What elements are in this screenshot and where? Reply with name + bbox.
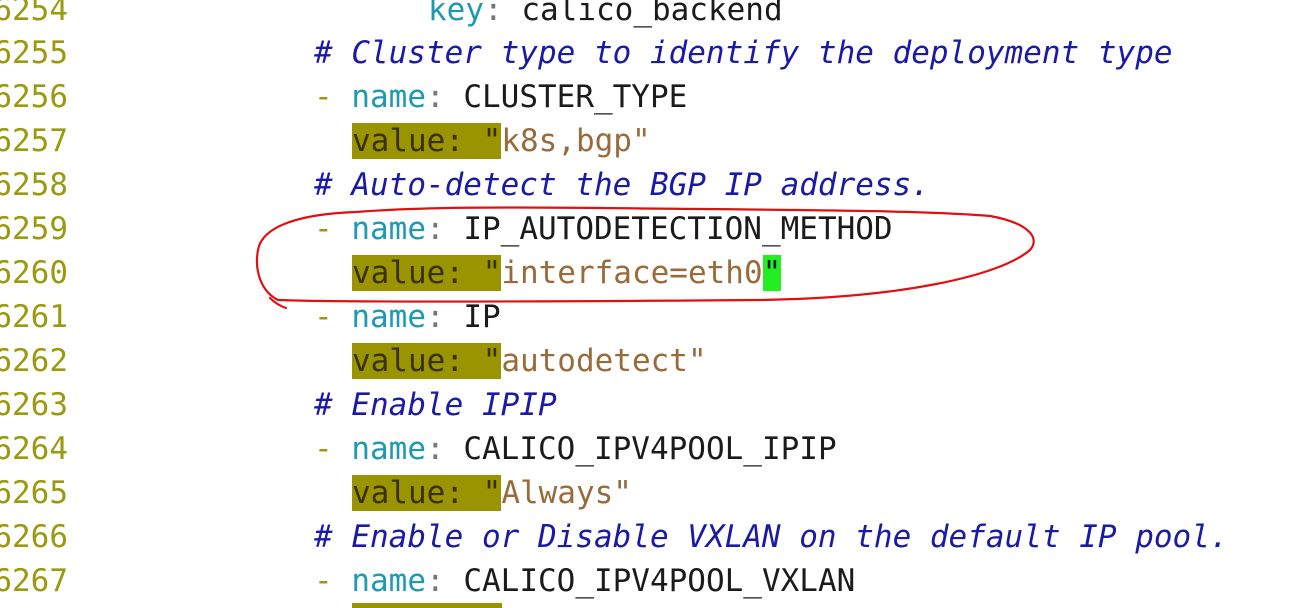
highlighted-key: value: ": [352, 475, 502, 511]
line-number: 6256: [0, 79, 68, 115]
yaml-key: key: [428, 0, 484, 28]
yaml-comment: # Auto-detect the BGP IP address.: [314, 167, 930, 203]
line-number: 6254: [0, 0, 68, 28]
highlighted-key: value: ": [352, 255, 502, 291]
code-line: 6259 - name: IP_AUTODETECTION_METHOD: [0, 207, 893, 251]
yaml-key: name: [351, 211, 426, 247]
code-line: 6267 - name: CALICO_IPV4POOL_VXLAN: [0, 559, 855, 603]
code-line: 6263 # Enable IPIP: [0, 383, 557, 427]
yaml-key: name: [351, 299, 426, 335]
code-editor[interactable]: 6254 key: calico_backend 6255 # Cluster …: [0, 0, 1293, 608]
code-line: 6258 # Auto-detect the BGP IP address.: [0, 163, 930, 207]
line-number: 6264: [0, 431, 68, 467]
line-number: 6260: [0, 255, 68, 291]
yaml-key: name: [351, 79, 426, 115]
yaml-string: Always": [501, 475, 632, 511]
line-number: 6263: [0, 387, 68, 423]
line-number: 6257: [0, 123, 68, 159]
yaml-comment: # Enable or Disable VXLAN on the default…: [314, 519, 1229, 555]
code-line: 6262 value: "autodetect": [0, 339, 707, 383]
line-number: 6258: [0, 167, 68, 203]
line-number: 6255: [0, 35, 68, 71]
code-line: 6266 # Enable or Disable VXLAN on the de…: [0, 515, 1229, 559]
code-line: 6255 # Cluster type to identify the depl…: [0, 31, 1173, 75]
line-number: 6265: [0, 475, 68, 511]
text-cursor[interactable]: ": [762, 255, 782, 291]
yaml-key: name: [351, 431, 426, 467]
yaml-string: k8s,bgp": [501, 123, 651, 159]
line-number: 6262: [0, 343, 68, 379]
yaml-key: name: [351, 563, 426, 599]
yaml-comment: # Enable IPIP: [314, 387, 557, 423]
code-line: 6264 - name: CALICO_IPV4POOL_IPIP: [0, 427, 837, 471]
highlighted-key: value: ": [352, 123, 502, 159]
line-number: 6261: [0, 299, 68, 335]
code-line: 6261 - name: IP: [0, 295, 501, 339]
yaml-comment: # Cluster type to identify the deploymen…: [314, 35, 1173, 71]
code-line: 6260 value: "interface=eth0": [0, 251, 782, 295]
highlight-fragment: [352, 603, 502, 608]
code-line: 6257 value: "k8s,bgp": [0, 119, 651, 163]
highlighted-key: value: ": [352, 343, 502, 379]
code-line: 6256 - name: CLUSTER_TYPE: [0, 75, 687, 119]
line-number: 6267: [0, 563, 68, 599]
code-line: 6254 key: calico_backend: [0, 0, 783, 32]
yaml-string: interface=eth0: [501, 255, 763, 291]
line-number: 6259: [0, 211, 68, 247]
line-number: 6266: [0, 519, 68, 555]
code-line: 6265 value: "Always": [0, 471, 632, 515]
yaml-string: autodetect": [501, 343, 707, 379]
